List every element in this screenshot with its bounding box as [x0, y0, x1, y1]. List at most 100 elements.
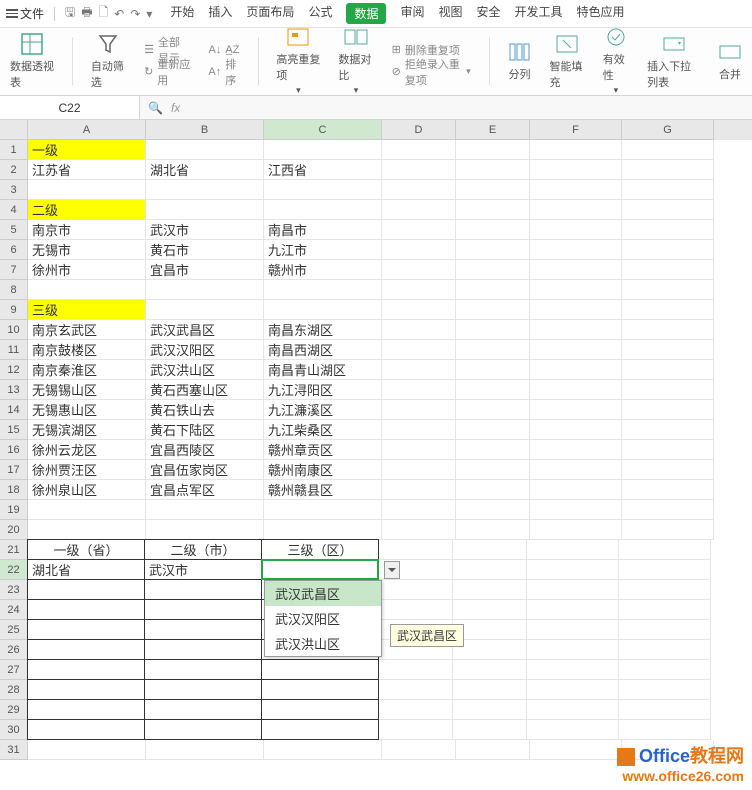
row-header[interactable]: 9 [0, 300, 28, 320]
cell-C8[interactable] [264, 280, 382, 300]
cell-C6[interactable]: 九江市 [264, 240, 382, 260]
cell-D15[interactable] [382, 420, 456, 440]
pivot-button[interactable]: 数据透视表 [10, 32, 54, 90]
row-header[interactable]: 13 [0, 380, 28, 400]
row-header[interactable]: 26 [0, 640, 28, 660]
cell-G25[interactable] [619, 620, 711, 640]
cell-D28[interactable] [379, 680, 453, 700]
cell-C16[interactable]: 赣州章贡区 [264, 440, 382, 460]
cell-F11[interactable] [530, 340, 622, 360]
cell-C15[interactable]: 九江柴桑区 [264, 420, 382, 440]
row-header[interactable]: 18 [0, 480, 28, 500]
cell-G29[interactable] [619, 700, 711, 720]
undo-icon[interactable]: ↶ [114, 7, 124, 21]
cell-E28[interactable] [453, 680, 527, 700]
cell-G28[interactable] [619, 680, 711, 700]
cell-B23[interactable] [144, 579, 262, 600]
cell-D29[interactable] [379, 700, 453, 720]
cell-B7[interactable]: 宜昌市 [146, 260, 264, 280]
cell-C9[interactable] [264, 300, 382, 320]
cell-G10[interactable] [622, 320, 714, 340]
cell-B6[interactable]: 黄石市 [146, 240, 264, 260]
sort-button[interactable]: 排序 [225, 56, 239, 88]
cell-F20[interactable] [530, 520, 622, 540]
cell-B14[interactable]: 黄石铁山去 [146, 400, 264, 420]
cell-C22[interactable] [261, 559, 379, 580]
cell-E13[interactable] [456, 380, 530, 400]
cell-G15[interactable] [622, 420, 714, 440]
row-header[interactable]: 2 [0, 160, 28, 180]
cell-G7[interactable] [622, 260, 714, 280]
row-header[interactable]: 16 [0, 440, 28, 460]
cell-G18[interactable] [622, 480, 714, 500]
cell-B10[interactable]: 武汉武昌区 [146, 320, 264, 340]
cell-C18[interactable]: 赣州赣县区 [264, 480, 382, 500]
cell-F23[interactable] [527, 580, 619, 600]
highlight-dup-button[interactable]: 高亮重复项▾ [276, 25, 320, 96]
file-menu[interactable]: 文件 [6, 5, 44, 22]
cell-F7[interactable] [530, 260, 622, 280]
cell-F19[interactable] [530, 500, 622, 520]
cell-G23[interactable] [619, 580, 711, 600]
col-header-F[interactable]: F [530, 120, 622, 140]
cell-A7[interactable]: 徐州市 [28, 260, 146, 280]
tab-review[interactable]: 审阅 [400, 3, 424, 24]
cell-E1[interactable] [456, 140, 530, 160]
cell-B13[interactable]: 黄石西塞山区 [146, 380, 264, 400]
row-header[interactable]: 6 [0, 240, 28, 260]
cell-B15[interactable]: 黄石下陆区 [146, 420, 264, 440]
cell-A12[interactable]: 南京秦淮区 [28, 360, 146, 380]
cell-C20[interactable] [264, 520, 382, 540]
cell-A27[interactable] [27, 659, 145, 680]
tab-formula[interactable]: 公式 [308, 3, 332, 24]
cell-G3[interactable] [622, 180, 714, 200]
cell-F12[interactable] [530, 360, 622, 380]
cell-E14[interactable] [456, 400, 530, 420]
cell-D4[interactable] [382, 200, 456, 220]
cell-E15[interactable] [456, 420, 530, 440]
cell-G20[interactable] [622, 520, 714, 540]
cell-B18[interactable]: 宜昌点军区 [146, 480, 264, 500]
cell-B11[interactable]: 武汉汉阳区 [146, 340, 264, 360]
cell-E8[interactable] [456, 280, 530, 300]
cell-D8[interactable] [382, 280, 456, 300]
cell-A26[interactable] [27, 639, 145, 660]
cell-E3[interactable] [456, 180, 530, 200]
cell-A15[interactable]: 无锡滨湖区 [28, 420, 146, 440]
cell-A3[interactable] [28, 180, 146, 200]
cell-E4[interactable] [456, 200, 530, 220]
cell-B16[interactable]: 宜昌西陵区 [146, 440, 264, 460]
cell-B19[interactable] [146, 500, 264, 520]
dropdown-option[interactable]: 武汉洪山区 [265, 631, 381, 656]
cell-C5[interactable]: 南昌市 [264, 220, 382, 240]
cell-E22[interactable] [453, 560, 527, 580]
cell-F29[interactable] [527, 700, 619, 720]
row-header[interactable]: 3 [0, 180, 28, 200]
cell-C14[interactable]: 九江濂溪区 [264, 400, 382, 420]
dropdown-option[interactable]: 武汉武昌区 [265, 581, 381, 606]
cell-A13[interactable]: 无锡锡山区 [28, 380, 146, 400]
cell-G22[interactable] [619, 560, 711, 580]
cell-B29[interactable] [144, 699, 262, 720]
cell-D30[interactable] [379, 720, 453, 740]
cell-B12[interactable]: 武汉洪山区 [146, 360, 264, 380]
cell-F25[interactable] [527, 620, 619, 640]
cell-C4[interactable] [264, 200, 382, 220]
row-header[interactable]: 7 [0, 260, 28, 280]
cell-A30[interactable] [27, 719, 145, 740]
cell-D2[interactable] [382, 160, 456, 180]
cell-F2[interactable] [530, 160, 622, 180]
cell-C11[interactable]: 南昌西湖区 [264, 340, 382, 360]
cell-E21[interactable] [453, 540, 527, 560]
row-header[interactable]: 15 [0, 420, 28, 440]
save-icon[interactable]: 🖫 [65, 3, 75, 24]
cell-G30[interactable] [619, 720, 711, 740]
cell-F31[interactable] [530, 740, 622, 760]
cell-G27[interactable] [619, 660, 711, 680]
cell-A28[interactable] [27, 679, 145, 700]
cell-A6[interactable]: 无锡市 [28, 240, 146, 260]
row-header[interactable]: 11 [0, 340, 28, 360]
cell-C3[interactable] [264, 180, 382, 200]
col-header-C[interactable]: C [264, 120, 382, 140]
tab-home[interactable]: 开始 [170, 3, 194, 24]
